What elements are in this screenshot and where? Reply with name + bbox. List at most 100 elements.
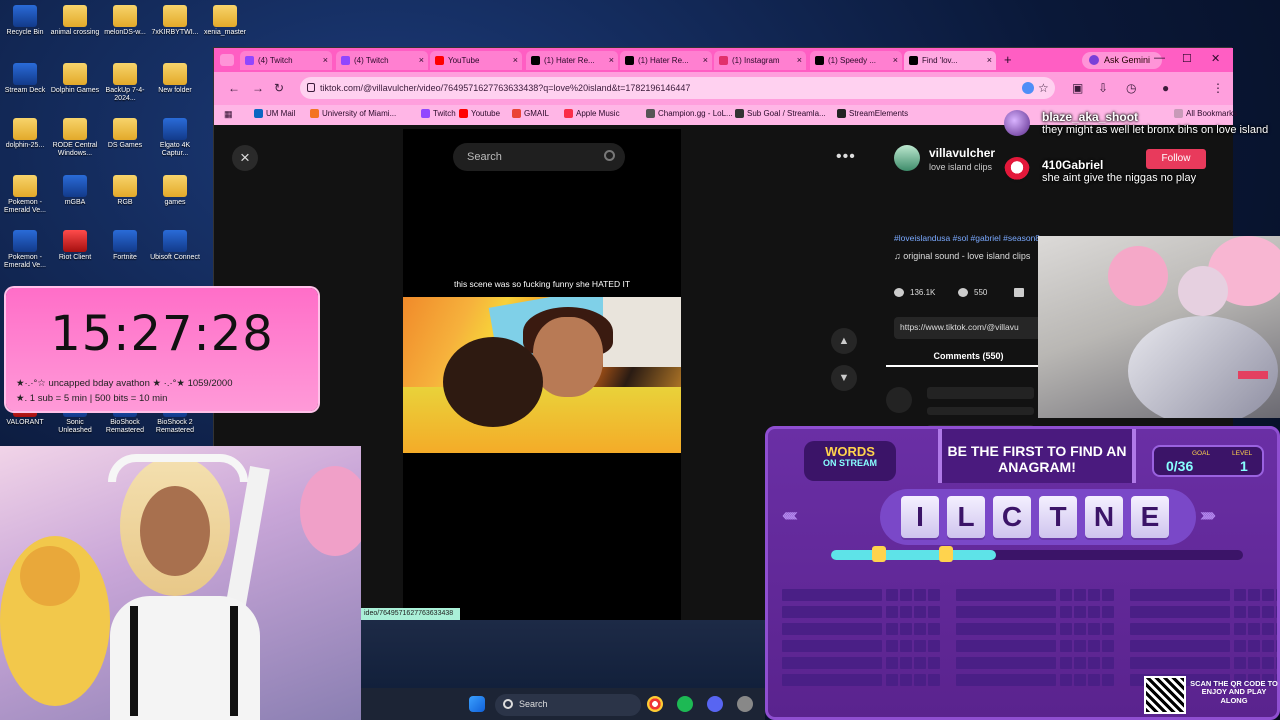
back-icon[interactable]: ← (228, 81, 240, 95)
taskbar-search[interactable]: Search (495, 694, 641, 716)
desktop-icon[interactable]: mGBA (50, 175, 100, 207)
desktop-icon-label: 7xKIRBYTWI... (151, 29, 199, 36)
desktop-icon[interactable]: Elgato 4K Captur... (150, 118, 200, 157)
bookmark-star-icon[interactable]: ☆ (1038, 81, 1049, 95)
lens-icon[interactable] (1022, 82, 1034, 94)
answer-slot (928, 589, 940, 601)
bookmark-item[interactable]: StreamElements (837, 109, 908, 118)
browser-tab[interactable]: YouTube × (430, 51, 522, 70)
tab-close-icon[interactable]: × (893, 55, 898, 65)
desktop-icon[interactable]: 7xKIRBYTWI... (150, 5, 200, 37)
desktop-icon-label: Stream Deck (4, 87, 46, 94)
tab-close-icon[interactable]: × (609, 55, 614, 65)
profile-icon[interactable]: ● (1162, 81, 1169, 95)
browser-tab[interactable]: Find 'lov... × (904, 51, 996, 70)
author-avatar[interactable] (894, 145, 920, 171)
forward-icon[interactable]: → (252, 81, 264, 95)
desktop-icon[interactable]: Recycle Bin (0, 5, 50, 37)
desktop-icon[interactable]: RODE Central Windows... (50, 118, 100, 157)
reload-icon[interactable]: ↻ (274, 81, 284, 95)
next-video-button[interactable]: ▼ (831, 365, 857, 391)
tab-close-icon[interactable]: × (703, 55, 708, 65)
apps-grid-icon[interactable]: ▦ (224, 109, 233, 120)
url-text: tiktok.com/@villavulcher/video/764957162… (320, 83, 691, 93)
desktop-icon[interactable]: animal crossing (50, 5, 100, 37)
close-video-button[interactable]: × (232, 145, 258, 171)
tab-search-icon[interactable] (220, 54, 234, 66)
desktop-icon[interactable]: melonDS-w... (100, 5, 150, 37)
close-window-button[interactable]: ✕ (1211, 52, 1220, 65)
obs-icon[interactable] (737, 696, 753, 712)
bookmark-item[interactable]: GMAIL (512, 109, 549, 118)
desktop-icon[interactable]: BackUp 7-4-2024... (100, 63, 150, 102)
author-subtitle: love island clips (929, 162, 993, 172)
browser-tab[interactable]: (4) Twitch × (240, 51, 332, 70)
answer-slot (1102, 674, 1114, 686)
desktop-icon[interactable]: Fortnite (100, 230, 150, 262)
bookmark-item[interactable]: Sub Goal / Streamla... (735, 109, 826, 118)
tab-close-icon[interactable]: × (797, 55, 802, 65)
answer-slot (900, 606, 912, 618)
windows-start-icon[interactable] (469, 696, 485, 712)
browser-tab[interactable]: (1) Hater Re... × (620, 51, 712, 70)
tab-close-icon[interactable]: × (987, 55, 992, 65)
previous-video-button[interactable]: ▲ (831, 328, 857, 354)
bookmark-item[interactable]: Champion.gg - LoL... (646, 109, 733, 118)
chrome-icon[interactable] (647, 696, 663, 712)
sound-link[interactable]: ♫ original sound - love island clips (894, 251, 1030, 261)
maximize-button[interactable]: ☐ (1182, 52, 1192, 65)
desktop-icon-label: mGBA (64, 199, 86, 206)
desktop-icon[interactable]: DS Games (100, 118, 150, 150)
comment-button[interactable]: 550 (958, 288, 987, 298)
tab-close-icon[interactable]: × (419, 55, 424, 65)
spotify-icon[interactable] (677, 696, 693, 712)
menu-icon[interactable]: ⋮ (1212, 81, 1224, 95)
browser-tab[interactable]: (1) Hater Re... × (526, 51, 618, 70)
desktop-icon[interactable]: New folder (150, 63, 200, 95)
desktop-icon[interactable]: RGB (100, 175, 150, 207)
desktop-icon[interactable]: Stream Deck (0, 63, 50, 95)
browser-tab[interactable]: (4) Twitch × (336, 51, 428, 70)
bookmark-item[interactable]: Apple Music (564, 109, 620, 118)
browser-tab[interactable]: (1) Instagram × (714, 51, 806, 70)
tab-close-icon[interactable]: × (513, 55, 518, 65)
desktop-icon[interactable]: xenia_master (200, 5, 250, 37)
hashtags[interactable]: #loveislandusa #sol #gabriel #season8 (894, 233, 1040, 243)
folder-icon (113, 5, 137, 27)
video-frame[interactable] (403, 297, 681, 453)
search-input[interactable]: Search (453, 143, 625, 171)
discord-icon[interactable] (707, 696, 723, 712)
search-icon[interactable] (604, 150, 615, 161)
browser-tab[interactable]: (1) Speedy ... × (810, 51, 902, 70)
like-button[interactable]: 136.1K (894, 288, 935, 298)
desktop-icon[interactable]: Pokemon - Emerald Ve... (0, 175, 50, 214)
site-info-icon[interactable] (307, 83, 315, 92)
tab-comments[interactable]: Comments (550) (886, 345, 1051, 367)
desktop-icon[interactable]: Ubisoft Connect (150, 230, 200, 262)
desktop-icon[interactable]: dolphin-25... (0, 118, 50, 150)
url-input[interactable]: tiktok.com/@villavulcher/video/764957162… (300, 77, 1055, 99)
extension-icon[interactable]: ▣ (1072, 81, 1083, 95)
desktop-icon[interactable]: Dolphin Games (50, 63, 100, 95)
desktop-icon[interactable]: Pokemon - Emerald Ve... (0, 230, 50, 269)
downloads-icon[interactable]: ⇩ (1098, 81, 1108, 95)
tab-close-icon[interactable]: × (323, 55, 328, 65)
save-button[interactable] (1014, 288, 1030, 298)
new-tab-button[interactable]: + (1004, 52, 1012, 67)
bookmark-item[interactable]: Twitch (421, 109, 456, 118)
follow-button[interactable]: Follow (1146, 149, 1206, 169)
bookmark-item[interactable]: UM Mail (254, 109, 295, 118)
folder-icon (113, 175, 137, 197)
answer-slot-row (782, 623, 882, 635)
bookmark-item[interactable]: University of Miami... (310, 109, 396, 118)
ask-gemini-button[interactable]: Ask Gemini (1082, 52, 1162, 69)
desktop-icon[interactable]: games (150, 175, 200, 207)
desktop-icon[interactable]: Riot Client (50, 230, 100, 262)
video-player[interactable]: Search this scene was so fucking funny s… (403, 129, 681, 621)
author-name[interactable]: villavulcher (929, 146, 995, 160)
bookmark-item[interactable]: Youtube (459, 109, 500, 118)
share-url-field[interactable]: https://www.tiktok.com/@villavu (894, 317, 1044, 339)
history-icon[interactable]: ◷ (1126, 81, 1136, 95)
minimize-button[interactable]: — (1154, 52, 1165, 64)
more-options-icon[interactable]: ••• (836, 148, 856, 166)
